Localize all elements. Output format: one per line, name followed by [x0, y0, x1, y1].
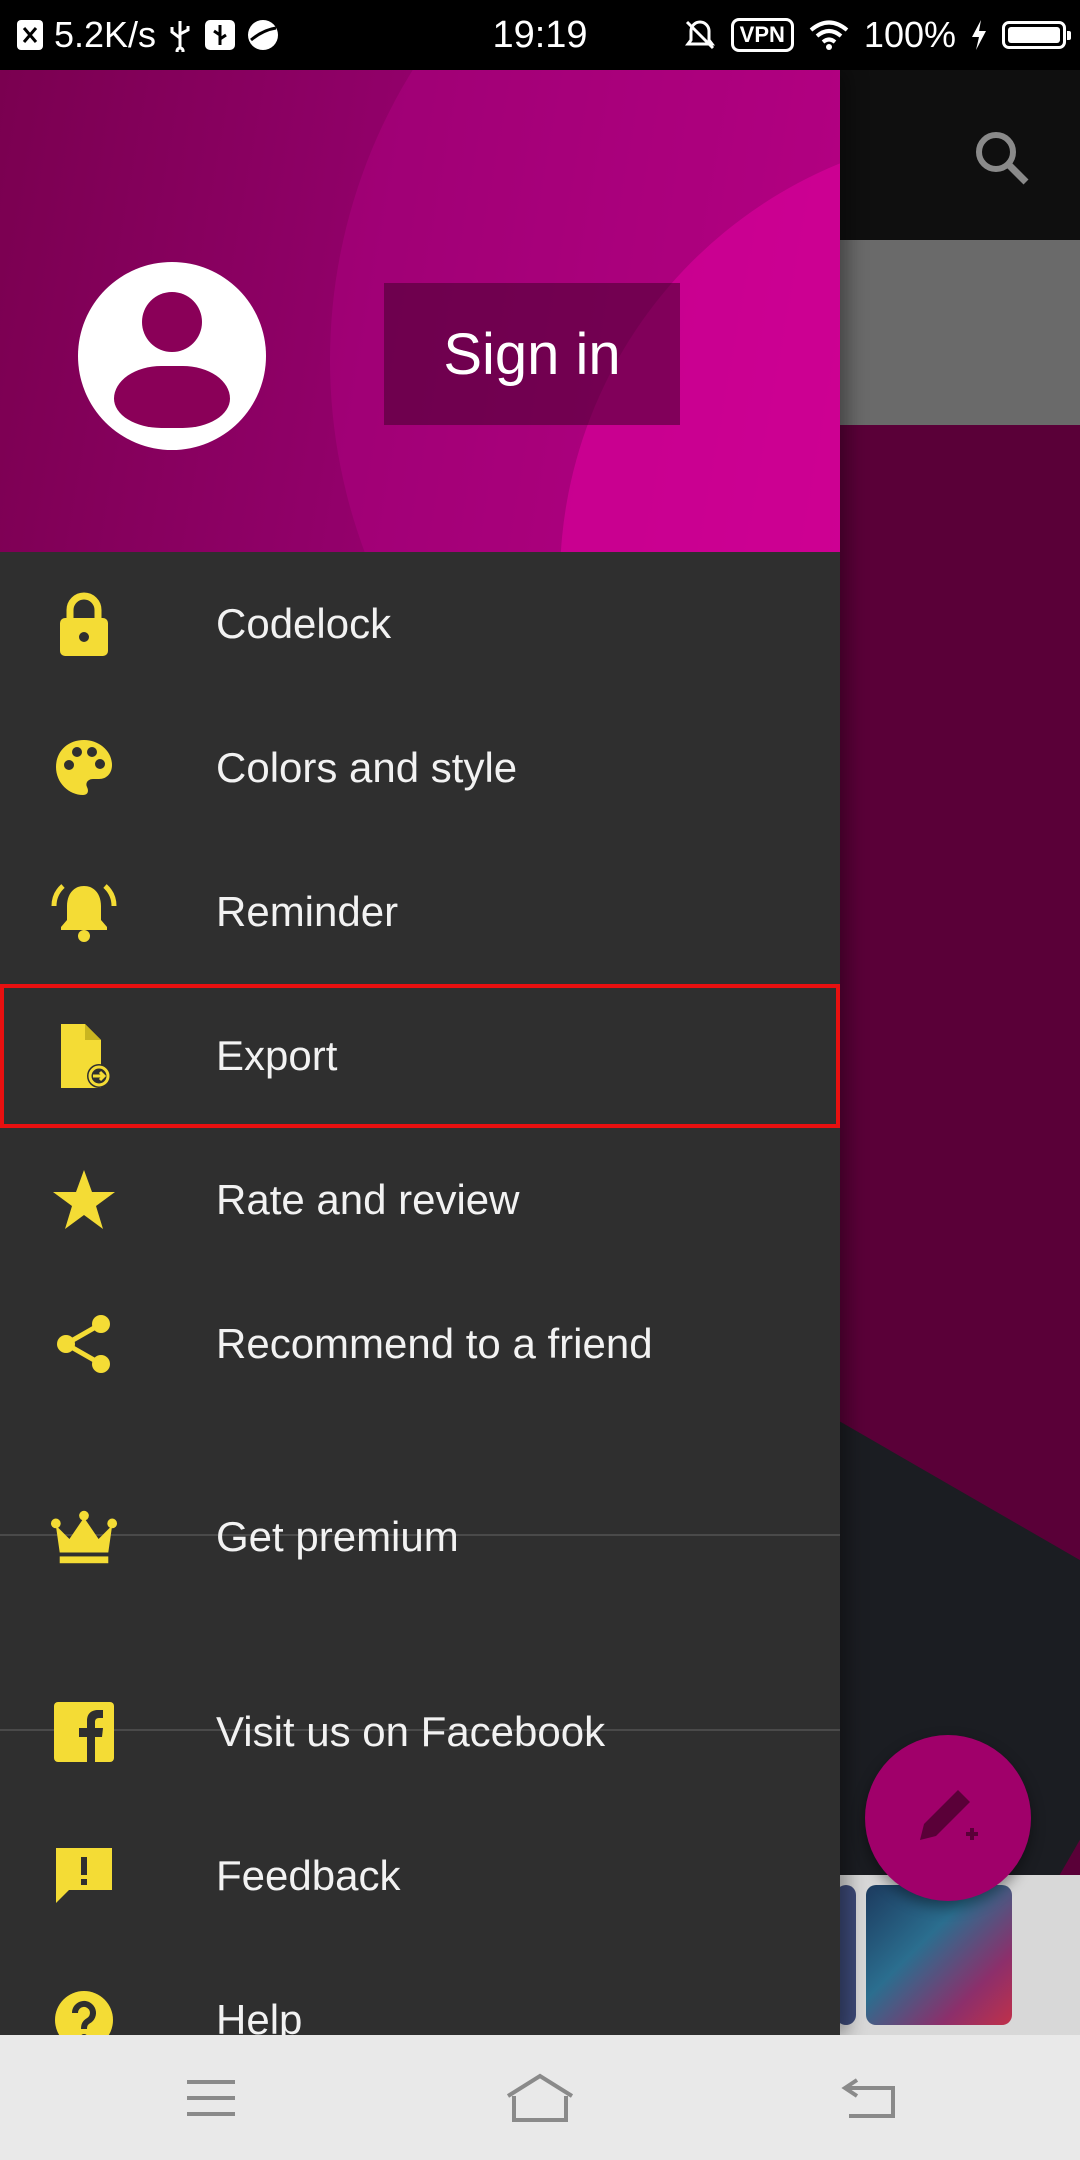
share-icon	[50, 1310, 118, 1378]
menu-item-rate-and-review[interactable]: Rate and review	[0, 1128, 840, 1272]
mute-icon	[683, 18, 717, 52]
menu-item-label: Feedback	[216, 1852, 401, 1899]
status-right: VPN 100%	[683, 0, 1071, 70]
menu-item-label: Export	[216, 1032, 338, 1079]
menu-item-label: Recommend to a friend	[216, 1320, 653, 1367]
back-nav-button[interactable]	[824, 2065, 914, 2131]
avatar-body	[114, 366, 230, 428]
status-bar: 5.2K/s 19:19 VPN 100%	[0, 0, 1080, 70]
back-icon	[841, 2078, 895, 2118]
menu-item-label: Colors and style	[216, 744, 518, 791]
hamburger-icon	[187, 2080, 235, 2116]
lock-icon	[50, 590, 118, 658]
star-icon	[50, 1166, 118, 1234]
menu-item-help[interactable]: Help	[0, 1948, 840, 2035]
battery-percent: 100%	[863, 14, 956, 55]
palette-icon	[50, 734, 118, 802]
menu-item-label: Rate and review	[216, 1176, 520, 1223]
export-file-icon	[50, 1022, 118, 1090]
home-icon	[506, 2073, 574, 2122]
menu-item-reminder[interactable]: Reminder	[0, 840, 840, 984]
menu-item-export[interactable]: Export	[0, 984, 840, 1128]
menu-item-get-premium[interactable]: Get premium	[0, 1465, 840, 1609]
crown-icon	[50, 1503, 118, 1571]
battery-icon	[1002, 21, 1071, 49]
home-nav-button[interactable]	[495, 2065, 585, 2131]
facebook-icon	[50, 1698, 118, 1766]
avatar[interactable]	[78, 262, 266, 450]
help-icon	[50, 1986, 118, 2035]
feedback-icon	[50, 1842, 118, 1910]
menu-item-feedback[interactable]: Feedback	[0, 1804, 840, 1948]
vpn-badge: VPN	[730, 18, 794, 52]
menu-item-label: Get premium	[216, 1513, 459, 1560]
avatar-head	[142, 292, 202, 352]
menu-item-visit-facebook[interactable]: Visit us on Facebook	[0, 1660, 840, 1804]
menu-nav-button[interactable]	[166, 2065, 256, 2131]
menu-item-label: Help	[216, 1996, 303, 2035]
menu-item-codelock[interactable]: Codelock	[0, 552, 840, 696]
menu-item-colors-and-style[interactable]: Colors and style	[0, 696, 840, 840]
menu-item-label: Codelock	[216, 600, 392, 647]
menu-item-recommend-to-a-friend[interactable]: Recommend to a friend	[0, 1272, 840, 1416]
menu-item-label: Visit us on Facebook	[216, 1708, 606, 1755]
charging-icon	[970, 19, 988, 51]
alarm-bell-icon	[50, 878, 118, 946]
menu-item-label: Reminder	[216, 888, 399, 935]
wifi-icon	[808, 19, 850, 51]
system-navigation-bar	[0, 2035, 1080, 2160]
navigation-drawer: Sign in Codelock Colors and style Remind…	[0, 70, 840, 2035]
sign-in-button[interactable]: Sign in	[384, 283, 680, 425]
drawer-header: Sign in	[0, 70, 840, 552]
